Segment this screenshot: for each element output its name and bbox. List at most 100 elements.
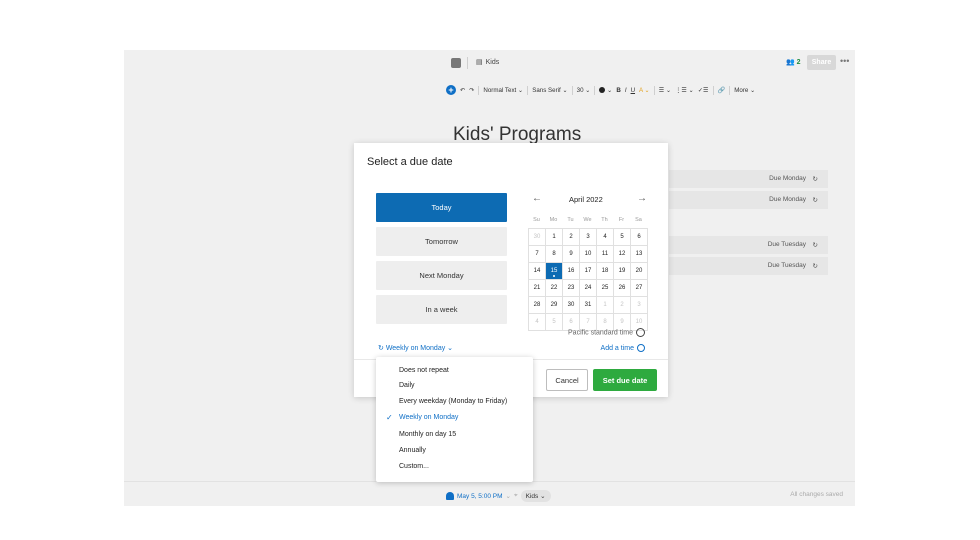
next-month-arrow-icon[interactable]: → [637,193,647,204]
calendar-day[interactable]: 4 [597,229,614,246]
calendar-days: 30 1 2 3 4 5 6 7 8 9 10 11 12 13 14 15 16 17 18 19 20 21 22 23 2… [528,228,648,331]
calendar-day[interactable]: 30 [563,297,580,314]
cancel-button[interactable]: Cancel [546,369,588,391]
text-style-dropdown[interactable]: Normal Text ⌄ [483,87,523,94]
calendar-day[interactable]: 25 [597,280,614,297]
more-options-icon[interactable]: ••• [840,56,849,66]
quick-option-tomorrow[interactable]: Tomorrow [376,227,507,256]
repeat-dropdown[interactable]: ↻ Weekly on Monday ⌄ [378,344,453,352]
repeat-icon: ↻ [812,176,818,183]
calendar-week: 30 1 2 3 4 5 6 [529,229,648,246]
notebook-link[interactable]: ▤ Kids [476,58,499,66]
calendar-day[interactable]: 26 [614,280,631,297]
calendar-day[interactable]: 15 [546,263,563,280]
calendar-day[interactable]: 6 [631,229,648,246]
calendar-day[interactable]: 18 [597,263,614,280]
link-icon[interactable]: 🔗 [718,86,726,94]
calendar-day[interactable]: 9 [563,246,580,263]
shared-users[interactable]: 👥 2 [786,58,801,66]
calendar-month: April 2022 [569,195,603,204]
calendar-day[interactable]: 1 [546,229,563,246]
chevron-down-icon[interactable]: ⌄ [506,492,511,500]
quick-option-next-monday[interactable]: Next Monday [376,261,507,290]
calendar-day[interactable]: 14 [529,263,546,280]
weekday-label: Tu [567,217,574,223]
redo-icon[interactable]: ↷ [469,87,474,94]
calendar-day[interactable]: 2 [563,229,580,246]
calendar-day[interactable]: 24 [580,280,597,297]
calendar-day[interactable]: 29 [546,297,563,314]
repeat-option[interactable]: Does not repeat [399,367,449,374]
calendar-day[interactable]: 11 [597,246,614,263]
quick-option-in-a-week[interactable]: In a week [376,295,507,324]
due-label: Due Monday [769,196,806,203]
task-row[interactable]: Due Tuesday ↻ [669,257,828,275]
bold-button[interactable]: B [616,87,620,94]
divider [467,57,468,69]
color-swatch-icon [599,86,606,93]
more-dropdown[interactable]: More ⌄ [734,87,755,94]
calendar-day[interactable]: 22 [546,280,563,297]
bullet-list-dropdown[interactable]: ☰ ⌄ [659,87,671,94]
font-size-dropdown[interactable]: 30 ⌄ [577,87,591,94]
repeat-menu: Does not repeat Daily Every weekday (Monda… [376,357,533,482]
underline-button[interactable]: U [631,87,635,94]
repeat-icon: ↻ [812,242,818,249]
quick-option-today[interactable]: Today [376,193,507,222]
calendar-day[interactable]: 5 [614,229,631,246]
calendar-day[interactable]: 19 [614,263,631,280]
text-color-dropdown[interactable]: ⌄ [599,87,612,94]
add-time-link[interactable]: Add a time [601,344,645,352]
repeat-option[interactable]: Annually [399,447,426,454]
set-due-date-button[interactable]: Set due date [593,369,657,391]
calendar-day[interactable]: 8 [546,246,563,263]
calendar-day[interactable]: 17 [580,263,597,280]
calendar-day[interactable]: 2 [614,297,631,314]
calendar-day[interactable]: 31 [580,297,597,314]
repeat-option[interactable]: Custom... [399,463,429,470]
prev-month-arrow-icon[interactable]: ← [532,193,542,204]
repeat-option[interactable]: Weekly on Monday [399,414,458,421]
calendar-day[interactable]: 13 [631,246,648,263]
calendar-day[interactable]: 4 [529,314,546,331]
calendar-day[interactable]: 12 [614,246,631,263]
note-icon[interactable] [451,58,461,68]
numbered-list-dropdown[interactable]: ⋮☰ ⌄ [675,87,694,94]
calendar-day[interactable]: 28 [529,297,546,314]
tag-icon[interactable]: ⌖ [514,492,518,500]
reminder-chip[interactable]: May 5, 5:00 PM ⌄ ⌖ Kids ⌄ [446,490,551,502]
calendar-day[interactable]: 23 [563,280,580,297]
task-row[interactable]: Due Tuesday ↻ [669,236,828,254]
calendar-day[interactable]: 3 [580,229,597,246]
task-row[interactable]: Due Monday ↻ [669,191,828,209]
italic-button[interactable]: I [625,87,627,94]
calendar-week: 21 22 23 24 25 26 27 [529,280,648,297]
divider [571,85,573,95]
task-row[interactable]: Due Monday ↻ [669,170,828,188]
checklist-button[interactable]: ✓☰ [698,87,709,94]
divider [712,85,714,95]
clock-icon [637,344,645,352]
insert-icon[interactable]: + [446,85,456,95]
timezone-label[interactable]: Pacific standard time [568,328,645,337]
calendar-day[interactable]: 21 [529,280,546,297]
calendar-day[interactable]: 20 [631,263,648,280]
font-dropdown[interactable]: Sans Serif ⌄ [532,87,567,94]
share-button[interactable]: Share [807,55,836,70]
calendar-day[interactable]: 7 [529,246,546,263]
calendar-day[interactable]: 30 [529,229,546,246]
repeat-option[interactable]: Daily [399,382,415,389]
calendar-day[interactable]: 10 [580,246,597,263]
highlight-dropdown[interactable]: A ⌄ [639,87,650,94]
weekday-header: Su Mo Tu We Th Fr Sa [528,217,648,223]
calendar-day[interactable]: 16 [563,263,580,280]
calendar-day[interactable]: 3 [631,297,648,314]
repeat-option[interactable]: Monthly on day 15 [399,431,456,438]
repeat-icon: ↻ [812,197,818,204]
calendar-day[interactable]: 1 [597,297,614,314]
calendar-day[interactable]: 5 [546,314,563,331]
tag-chip[interactable]: Kids ⌄ [520,490,551,502]
repeat-option[interactable]: Every weekday (Monday to Friday) [399,398,507,405]
undo-icon[interactable]: ↶ [460,87,465,94]
calendar-day[interactable]: 27 [631,280,648,297]
